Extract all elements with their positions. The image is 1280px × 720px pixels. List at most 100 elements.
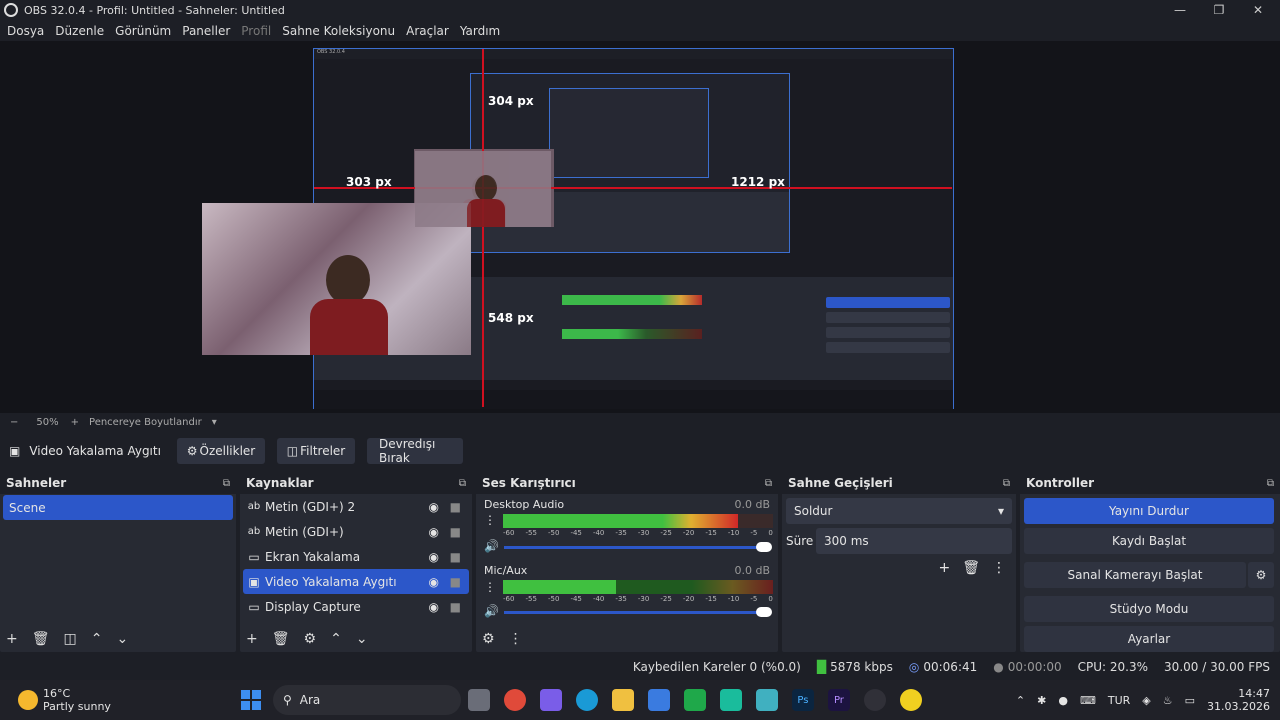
menu-scene-collection[interactable]: Sahne Koleksiyonu [282,24,395,38]
source-row[interactable]: ab Metin (GDI+) ◉ ■ [243,519,469,544]
stop-stream-button[interactable]: Yayını Durdur [1024,498,1274,524]
lock-icon[interactable]: ■ [450,550,461,564]
input-language[interactable]: TUR [1108,694,1130,707]
app-icon[interactable] [899,689,922,711]
add-icon[interactable]: + [938,560,950,576]
float-icon[interactable]: ⧉ [223,478,230,489]
source-row[interactable]: ▭ Ekran Yakalama ◉ ■ [243,544,469,569]
kaspersky-icon[interactable] [683,689,706,711]
app-icon[interactable] [755,689,778,711]
float-icon[interactable]: ⧉ [1267,478,1274,489]
transition-select[interactable]: Soldur ▾ [786,498,1012,524]
start-button[interactable] [240,690,261,710]
source-row[interactable]: ▭ Display Capture ◉ ■ [243,594,469,619]
volume-slider-handle[interactable] [756,542,772,552]
more-icon[interactable]: ⋮ [484,513,496,527]
start-recording-button[interactable]: Kaydı Başlat [1024,528,1274,554]
trash-icon[interactable]: 🗑 [962,560,980,576]
filter-icon[interactable]: ◫ [64,631,77,647]
arrow-up-icon[interactable]: ⌃ [330,631,342,647]
taskbar-search[interactable]: ⚲ Ara [272,685,461,715]
start-virtual-camera-button[interactable]: Sanal Kamerayı Başlat [1024,562,1246,588]
mic-icon[interactable]: ● [1058,694,1068,707]
gear-icon[interactable]: ⚙ [1248,562,1274,588]
eye-icon[interactable]: ◉ [429,550,439,564]
meter-tick-label: -55 [525,529,537,537]
minimize-button[interactable]: — [1160,0,1200,20]
copilot-icon[interactable] [539,689,562,711]
photoshop-icon[interactable]: Ps [791,689,814,711]
speaker-icon[interactable]: 🔊 [484,539,499,553]
menu-tools[interactable]: Araçlar [406,24,449,38]
zoom-in-button[interactable]: + [71,417,79,428]
eye-icon[interactable]: ◉ [429,500,439,514]
arrow-up-icon[interactable]: ⌃ [91,631,103,647]
chrome-icon[interactable] [503,689,526,711]
file-explorer-icon[interactable] [611,689,634,711]
more-icon[interactable]: ⋮ [509,631,523,647]
maximize-button[interactable]: ❐ [1199,0,1239,20]
app-icon[interactable] [719,689,742,711]
lock-icon[interactable]: ■ [450,600,461,614]
more-icon[interactable]: ⋮ [992,560,1006,576]
volume-slider-handle[interactable] [756,607,772,617]
arrow-down-icon[interactable]: ⌄ [356,631,368,647]
premiere-icon[interactable]: Pr [827,689,850,711]
deactivate-button[interactable]: Devredışı Bırak [367,437,463,465]
filters-button[interactable]: ◫ Filtreler [277,438,355,464]
properties-button[interactable]: ⚙ Özellikler [177,438,265,464]
studio-mode-button[interactable]: Stüdyo Modu [1024,596,1274,622]
eye-icon[interactable]: ◉ [429,600,439,614]
menu-docks[interactable]: Paneller [182,24,230,38]
camera-icon: ▣ [9,444,21,458]
clock-date[interactable]: 31.03.2026 [1207,700,1270,713]
close-button[interactable]: ✕ [1238,0,1278,20]
keyboard-icon[interactable]: ⌨ [1080,694,1096,707]
more-icon[interactable]: ⋮ [484,580,496,594]
add-icon[interactable]: + [6,631,18,647]
trash-icon[interactable]: 🗑 [32,631,50,647]
obs-icon[interactable] [863,689,886,711]
chevron-up-icon[interactable]: ⌃ [1016,694,1025,707]
zoom-fit-select[interactable]: Pencereye Boyutlandır [89,417,202,428]
menu-file[interactable]: Dosya [7,24,44,38]
meter-tick-label: -15 [705,595,717,603]
bluetooth-icon[interactable]: ✱ [1037,694,1046,707]
preview-canvas[interactable]: OBS 32.0.4 304 px 303 px 1212 px 548 px [0,41,1280,413]
gear-icon[interactable]: ⚙ [304,631,317,647]
task-view-icon[interactable] [467,689,490,711]
menu-profile[interactable]: Profil [241,24,271,38]
filter-icon: ◫ [286,444,299,458]
clock-time[interactable]: 14:47 [1207,687,1270,700]
volume-slider[interactable] [504,611,762,614]
trash-icon[interactable]: 🗑 [272,631,290,647]
scene-item[interactable]: Scene [3,495,233,520]
settings-button[interactable]: Ayarlar [1024,626,1274,652]
menu-help[interactable]: Yardım [460,24,500,38]
eye-icon[interactable]: ◉ [429,525,439,539]
zoom-out-button[interactable]: − [10,417,18,428]
lock-icon[interactable]: ■ [450,500,461,514]
link-icon[interactable]: ⚙ [482,631,495,647]
store-icon[interactable] [647,689,670,711]
volume-slider[interactable] [504,546,762,549]
chevron-down-icon[interactable]: ▾ [212,417,217,428]
menu-view[interactable]: Görünüm [115,24,171,38]
wifi-icon[interactable]: ◈ [1142,694,1150,707]
edge-icon[interactable] [575,689,598,711]
source-row-selected[interactable]: ▣ Video Yakalama Aygıtı ◉ ■ [243,569,469,594]
menu-edit[interactable]: Düzenle [55,24,104,38]
volume-icon[interactable]: ♨ [1163,694,1173,707]
speaker-icon[interactable]: 🔊 [484,604,499,618]
duration-input[interactable]: 300 ms [816,528,1012,554]
source-row[interactable]: ab Metin (GDI+) 2 ◉ ■ [243,494,469,519]
eye-icon[interactable]: ◉ [429,575,439,589]
float-icon[interactable]: ⧉ [765,478,772,489]
battery-icon[interactable]: ▭ [1185,694,1195,707]
lock-icon[interactable]: ■ [450,525,461,539]
lock-icon[interactable]: ■ [450,575,461,589]
float-icon[interactable]: ⧉ [459,478,466,489]
arrow-down-icon[interactable]: ⌄ [116,631,128,647]
float-icon[interactable]: ⧉ [1003,478,1010,489]
add-icon[interactable]: + [246,631,258,647]
